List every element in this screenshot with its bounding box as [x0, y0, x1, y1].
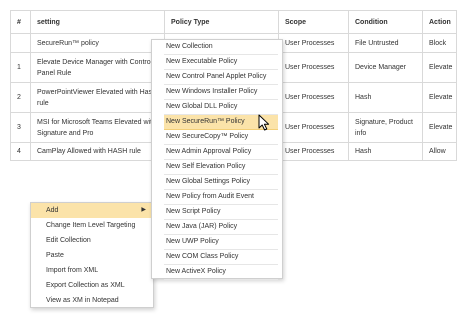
column-header-setting[interactable]: setting	[30, 10, 165, 34]
menu-item-edit-collection[interactable]: Edit Collection	[31, 233, 153, 248]
column-header-policy-type[interactable]: Policy Type	[164, 10, 279, 34]
menu-item-import-xml[interactable]: Import from XML	[31, 263, 153, 278]
submenu-item-new-collection[interactable]: New Collection	[164, 40, 278, 55]
column-header-scope[interactable]: Scope	[278, 10, 349, 34]
row-condition: Device Manager	[348, 52, 423, 83]
menu-item-export-xml[interactable]: Export Collection as XML	[31, 278, 153, 293]
submenu-item-new-java-jar-policy[interactable]: New Java (JAR) Policy	[164, 220, 278, 235]
row-setting: Elevate Device Manager with Control Pane…	[30, 52, 165, 83]
row-scope: User Processes	[278, 82, 349, 113]
row-setting: PowerPointViewer Elevated with Hash rule	[30, 82, 165, 113]
context-menu: Add ▶ Change Item Level Targeting Edit C…	[30, 202, 154, 308]
row-action: Elevate	[422, 52, 457, 83]
row-number: 3	[10, 112, 31, 143]
submenu-item-new-admin-approval-policy[interactable]: New Admin Approval Policy	[164, 145, 278, 160]
submenu-item-new-global-dll-policy[interactable]: New Global DLL Policy	[164, 100, 278, 115]
row-scope: User Processes	[278, 142, 349, 161]
submenu-item-new-com-class-policy[interactable]: New COM Class Policy	[164, 250, 278, 265]
submenu-item-new-policy-from-audit-event[interactable]: New Policy from Audit Event	[164, 190, 278, 205]
row-action: Block	[422, 33, 457, 53]
menu-item-change-targeting[interactable]: Change Item Level Targeting	[31, 218, 153, 233]
menu-item-label: Add	[46, 207, 59, 214]
menu-item-paste[interactable]: Paste	[31, 248, 153, 263]
submenu-item-new-uwp-policy[interactable]: New UWP Policy	[164, 235, 278, 250]
row-condition: Signature, Product info	[348, 112, 423, 143]
row-setting: SecureRun™ policy	[30, 33, 165, 53]
submenu-item-new-self-elevation-policy[interactable]: New Self Elevation Policy	[164, 160, 278, 175]
submenu-item-new-control-panel-applet-policy[interactable]: New Control Panel Applet Policy	[164, 70, 278, 85]
column-header-condition[interactable]: Condition	[348, 10, 423, 34]
submenu-item-new-activex-policy[interactable]: New ActiveX Policy	[164, 265, 278, 280]
row-condition: Hash	[348, 82, 423, 113]
row-number: 4	[10, 142, 31, 161]
row-action: Elevate	[422, 82, 457, 113]
row-scope: User Processes	[278, 52, 349, 83]
column-header-action[interactable]: Action	[422, 10, 457, 34]
row-setting: CamPlay Allowed with HASH rule	[30, 142, 165, 161]
row-number: 1	[10, 52, 31, 83]
menu-item-add[interactable]: Add ▶	[31, 203, 153, 218]
row-condition: Hash	[348, 142, 423, 161]
row-number	[10, 33, 31, 53]
row-scope: User Processes	[278, 33, 349, 53]
row-scope: User Processes	[278, 112, 349, 143]
column-header-number[interactable]: #	[10, 10, 31, 34]
submenu-arrow-icon: ▶	[141, 207, 146, 213]
submenu-item-new-executable-policy[interactable]: New Executable Policy	[164, 55, 278, 70]
menu-item-view-notepad[interactable]: View as XM in Notepad	[31, 293, 153, 308]
row-number: 2	[10, 82, 31, 113]
add-submenu: New Collection New Executable Policy New…	[151, 39, 283, 280]
row-condition: File Untrusted	[348, 33, 423, 53]
submenu-item-new-windows-installer-policy[interactable]: New Windows Installer Policy	[164, 85, 278, 100]
submenu-item-new-script-policy[interactable]: New Script Policy	[164, 205, 278, 220]
table-header-row: # setting Policy Type Scope Condition Ac…	[10, 10, 457, 34]
submenu-item-new-securecopy-policy[interactable]: New SecureCopy™ Policy	[164, 130, 278, 145]
submenu-item-new-global-settings-policy[interactable]: New Global Settings Policy	[164, 175, 278, 190]
row-action: Elevate	[422, 112, 457, 143]
row-action: Allow	[422, 142, 457, 161]
row-setting: MSI for Microsoft Teams Elevated with Si…	[30, 112, 165, 143]
mouse-pointer-icon	[258, 114, 270, 131]
